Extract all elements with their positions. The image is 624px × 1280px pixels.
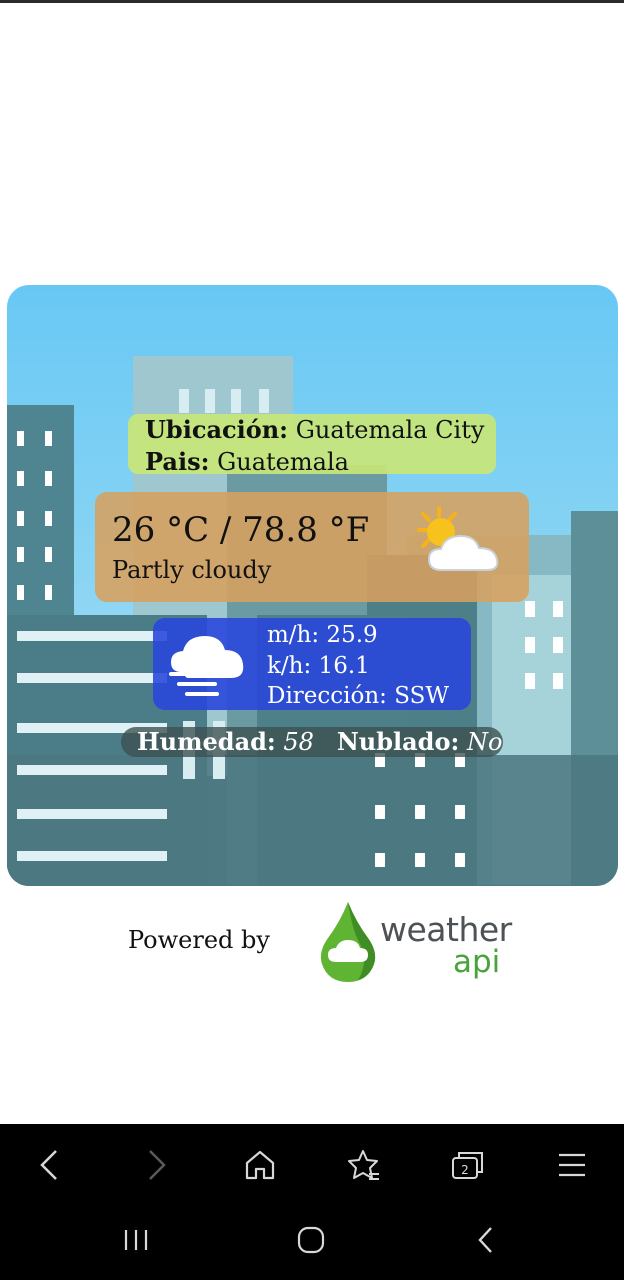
back-button[interactable] [20,1142,80,1188]
wind-mph: m/h: 25.9 [267,622,378,648]
location-label: Ubicación: [145,415,289,444]
location-value: Guatemala City [295,416,485,444]
home-circle-icon [297,1226,325,1254]
system-home-button[interactable] [281,1218,341,1262]
home-icon [245,1150,275,1180]
wind-kph: k/h: 16.1 [267,652,370,679]
cloudy-value: No [466,728,503,756]
weatherapi-logo[interactable]: weather api [318,900,512,986]
country-line: Pais: Guatemala [145,446,496,478]
humidity-panel: Humedad: 58 Nublado: No [121,727,503,757]
back-icon [40,1150,57,1180]
browser-toolbar: 2 [0,1124,624,1280]
location-line: Ubicación: Guatemala City [145,414,496,446]
humidity-value: 58 [283,728,314,756]
weather-card: Ubicación: Guatemala City Pais: Guatemal… [7,285,618,886]
menu-icon [559,1153,585,1177]
tabs-icon: 2 [452,1152,483,1179]
wind-icon [169,636,244,696]
bookmarks-icon [348,1150,379,1180]
top-border [0,0,624,3]
partly-cloudy-icon [417,506,499,571]
forward-button[interactable] [126,1142,186,1188]
powered-by-text: Powered by [128,926,270,954]
logo-word-api: api [453,944,501,980]
weatherapi-drop-icon [320,902,376,982]
country-value: Guatemala [217,448,349,476]
recents-icon [124,1230,148,1250]
home-button[interactable] [230,1142,290,1188]
wind-details: m/h: 25.9 k/h: 16.1 Dirección: SSW [267,620,449,712]
tabs-button[interactable]: 2 [438,1142,498,1188]
menu-button[interactable] [542,1142,602,1188]
recents-button[interactable] [106,1218,166,1262]
location-panel: Ubicación: Guatemala City Pais: Guatemal… [128,414,496,476]
country-label: Pais: [145,447,210,476]
wind-direction: Dirección: SSW [267,683,449,709]
tab-count: 2 [461,1163,469,1177]
humidity-label: Humedad: [137,727,276,756]
system-back-button[interactable] [456,1218,516,1262]
wind-panel: m/h: 25.9 k/h: 16.1 Dirección: SSW [153,618,471,710]
temperature-panel: 26 °C / 78.8 °F Partly cloudy [95,492,529,602]
temperature-value: 26 °C / 78.8 °F [112,510,370,550]
forward-icon [149,1150,166,1180]
system-back-icon [478,1227,492,1253]
cloudy-label: Nublado: [336,727,460,756]
condition-text: Partly cloudy [112,556,272,584]
bookmarks-button[interactable] [334,1142,394,1188]
